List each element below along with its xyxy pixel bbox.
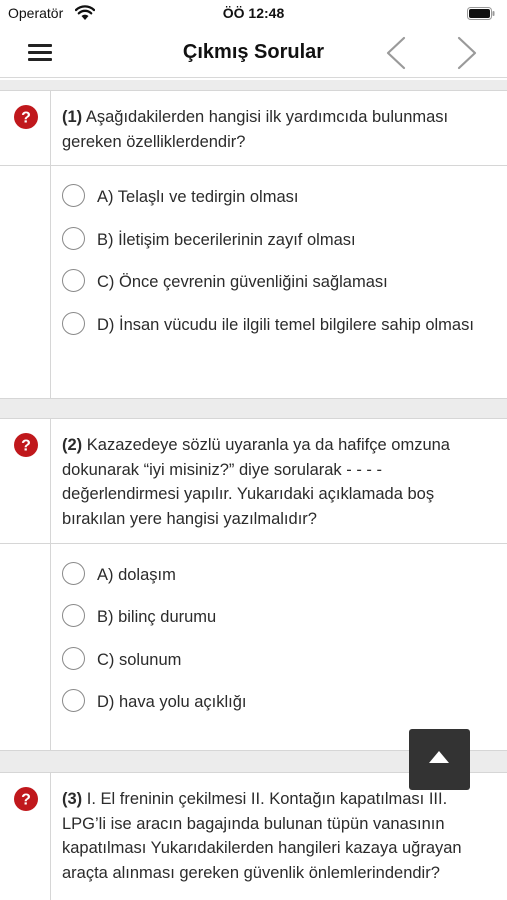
radio-button[interactable] — [62, 312, 85, 335]
question-text: (3) I. El freninin çekilmesi II. Kontağı… — [62, 787, 486, 885]
question-header: ? (2) Kazazedeye sözlü uyaranla ya da ha… — [0, 419, 507, 544]
scroll-to-top-button[interactable] — [409, 729, 470, 790]
option-label: A) dolaşım — [97, 566, 176, 584]
question-body: Kazazedeye sözlü uyaranla ya da hafifçe … — [62, 436, 450, 528]
svg-text:?: ? — [21, 438, 31, 455]
question-card: ? (1) Aşağıdakilerden hangisi ilk yardım… — [0, 90, 507, 399]
radio-button[interactable] — [62, 689, 85, 712]
question-header: ? (1) Aşağıdakilerden hangisi ilk yardım… — [0, 91, 507, 166]
battery-icon — [467, 7, 495, 20]
question-text: (1) Aşağıdakilerden hangisi ilk yardımcı… — [62, 105, 486, 154]
question-body: I. El freninin çekilmesi II. Kontağın ka… — [62, 790, 462, 882]
question-mark-icon: ? — [14, 105, 38, 129]
svg-text:?: ? — [21, 792, 31, 809]
page-title: Çıkmış Sorular — [182, 41, 325, 63]
status-time: ÖÖ 12:48 — [222, 5, 285, 21]
question-mark-icon: ? — [14, 787, 38, 811]
option-label: D) hava yolu açıklığı — [97, 693, 247, 711]
question-body: Aşağıdakilerden hangisi ilk yardımcıda b… — [62, 108, 449, 151]
question-number: (1) — [62, 108, 83, 126]
question-mark-icon: ? — [14, 433, 38, 457]
svg-text:?: ? — [21, 110, 31, 127]
chevron-left-icon[interactable] — [382, 36, 412, 70]
option-label: B) İletişim becerilerinin zayıf olması — [97, 231, 356, 249]
radio-button[interactable] — [62, 227, 85, 250]
option-label: C) solunum — [97, 651, 182, 669]
option-label: C) Önce çevrenin güvenliğini sağlaması — [97, 273, 388, 291]
question-card: ? (3) I. El freninin çekilmesi II. Konta… — [0, 772, 507, 900]
option-label: B) bilinç durumu — [97, 608, 217, 626]
radio-button[interactable] — [62, 604, 85, 627]
question-header: ? (3) I. El freninin çekilmesi II. Konta… — [0, 773, 507, 900]
chevron-right-icon[interactable] — [451, 36, 481, 70]
question-number: (2) — [62, 436, 83, 454]
radio-button[interactable] — [62, 269, 85, 292]
status-bar: Operatör ÖÖ 12:48 — [0, 0, 507, 28]
radio-button[interactable] — [62, 184, 85, 207]
up-arrow-icon — [429, 751, 449, 763]
option-label: A) Telaşlı ve tedirgin olması — [97, 188, 299, 206]
navigation-bar: Çıkmış Sorular — [0, 28, 507, 78]
radio-button[interactable] — [62, 647, 85, 670]
question-number: (3) — [62, 790, 83, 808]
question-text: (2) Kazazedeye sözlü uyaranla ya da hafi… — [62, 433, 486, 531]
question-card: ? (2) Kazazedeye sözlü uyaranla ya da ha… — [0, 418, 507, 751]
radio-button[interactable] — [62, 562, 85, 585]
option-label: D) İnsan vücudu ile ilgili temel bilgile… — [97, 316, 474, 334]
